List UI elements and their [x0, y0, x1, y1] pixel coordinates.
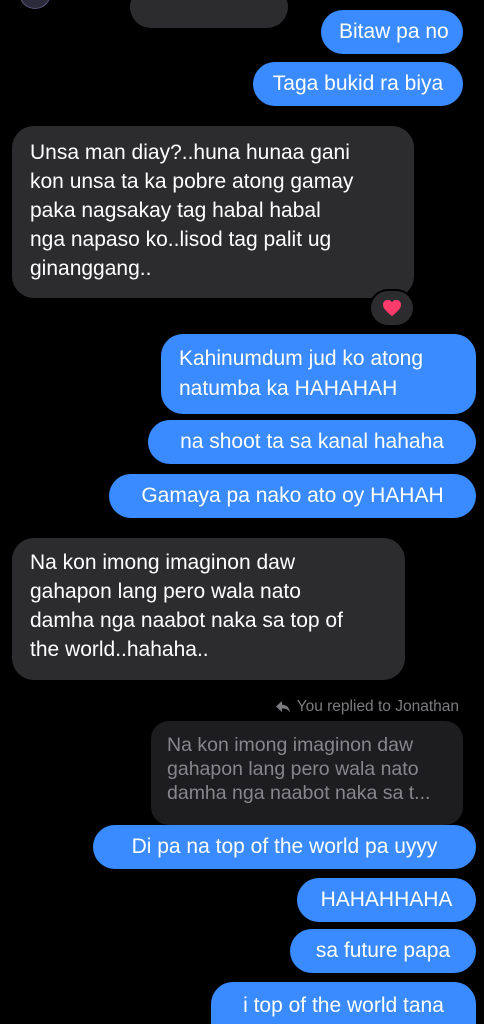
message-text: Kahinumdum jud ko atong	[179, 347, 423, 370]
message-text: nga napaso ko..lisod tag palit ug	[30, 228, 332, 251]
reply-label-text: You replied to Jonathan	[296, 698, 459, 715]
message-bubble-incoming[interactable]: Na kon imong imaginon daw gahapon lang p…	[12, 538, 405, 680]
quoted-message[interactable]: Na kon imong imaginon daw gahapon lang p…	[151, 721, 463, 825]
chat-screen: Bitaw pa no Taga bukid ra biya Unsa man …	[0, 0, 484, 1024]
message-bubble-outgoing[interactable]: Kahinumdum jud ko atong natumba ka HAHAH…	[161, 334, 476, 414]
message-text: natumba ka HAHAHAH	[179, 377, 398, 400]
message-bubble-outgoing[interactable]: Taga bukid ra biya	[253, 62, 463, 106]
message-text: i top of the world tana	[243, 994, 444, 1017]
message-bubble-partial[interactable]	[130, 0, 288, 28]
message-text: gahapon lang pero wala nato	[30, 580, 301, 603]
message-text: HAHAHHAHA	[320, 888, 453, 911]
quoted-text: Na kon imong imaginon daw	[167, 734, 414, 756]
avatar[interactable]	[20, 0, 50, 8]
message-bubble-outgoing[interactable]: sa future papa	[290, 929, 476, 973]
message-text: na shoot ta sa kanal hahaha	[180, 430, 444, 453]
message-bubble-outgoing[interactable]: Gamaya pa nako ato oy HAHAH	[109, 474, 476, 518]
message-bubble-outgoing[interactable]: Di pa na top of the world pa uyyy	[93, 825, 476, 869]
message-text: the world..hahaha..	[30, 638, 209, 661]
message-text: kon unsa ta ka pobre atong gamay	[30, 170, 354, 193]
message-bubble-outgoing[interactable]: Bitaw pa no	[321, 10, 463, 54]
quoted-text: damha nga naabot naka sa t...	[167, 782, 431, 804]
message-bubble-outgoing[interactable]: na shoot ta sa kanal hahaha	[148, 420, 476, 464]
message-text: sa future papa	[315, 939, 451, 962]
message-bubble-outgoing[interactable]: HAHAHHAHA	[297, 878, 476, 922]
message-reaction[interactable]	[371, 291, 413, 325]
message-text: Bitaw pa no	[339, 20, 449, 43]
message-text: Gamaya pa nako ato oy HAHAH	[141, 484, 444, 507]
message-text: Di pa na top of the world pa uyyy	[131, 835, 438, 858]
message-bubble-outgoing[interactable]: i top of the world tana	[211, 982, 476, 1024]
quoted-text: gahapon lang pero wala nato	[167, 758, 419, 780]
message-text: Unsa man diay?..huna hunaa gani	[30, 141, 350, 164]
message-text: damha nga naabot naka sa top of	[30, 609, 343, 632]
reply-indicator: You replied to Jonathan	[275, 697, 459, 717]
message-bubble-incoming[interactable]: Unsa man diay?..huna hunaa gani kon unsa…	[12, 126, 414, 298]
message-text: Taga bukid ra biya	[272, 72, 444, 95]
message-text: Na kon imong imaginon daw	[30, 551, 295, 574]
message-text: ginanggang..	[30, 257, 152, 280]
reply-arrow-icon	[275, 701, 290, 713]
heart-icon	[383, 299, 401, 317]
message-text: paka nagsakay tag habal habal	[30, 199, 321, 222]
